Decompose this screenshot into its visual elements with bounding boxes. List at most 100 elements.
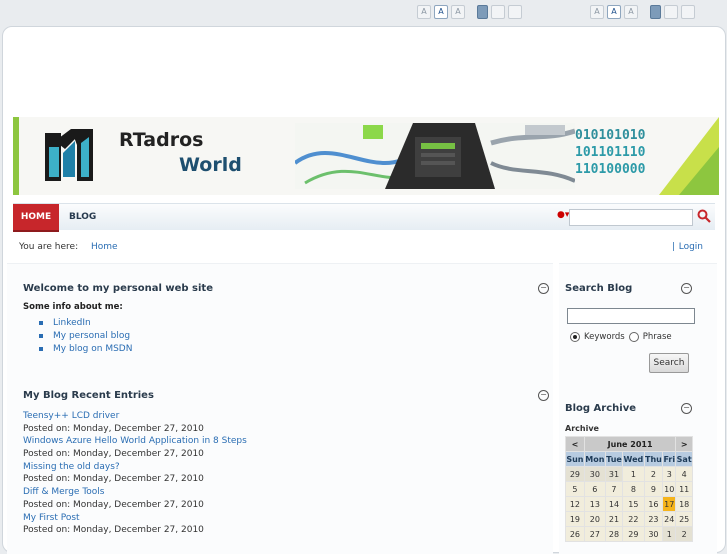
list-item: My blog on MSDN xyxy=(39,343,132,356)
layout-medium-button[interactable] xyxy=(491,5,505,19)
calendar-day[interactable]: 3 xyxy=(662,466,677,482)
archive-calendar: < June 2011 > Sun Mon Tue Wed Thu Fri Sa… xyxy=(565,436,693,542)
breadcrumb-home-link[interactable]: Home xyxy=(91,237,118,257)
calendar-next-button[interactable]: > xyxy=(675,436,693,452)
calendar-day[interactable]: 7 xyxy=(604,481,624,497)
calendar-dow: Thu xyxy=(643,451,664,467)
calendar-day[interactable]: 29 xyxy=(622,526,645,542)
entry-date: Posted on: Monday, December 27, 2010 xyxy=(23,449,204,460)
calendar-day[interactable]: 23 xyxy=(643,511,664,527)
right-sidebar: Search Blog − Keywords Phrase Search Blo… xyxy=(559,263,717,554)
calendar-day[interactable]: 29 xyxy=(565,466,585,482)
font-small-button[interactable]: A xyxy=(417,5,431,19)
calendar-day[interactable]: 31 xyxy=(604,466,624,482)
entry-title-link[interactable]: Windows Azure Hello World Application in… xyxy=(23,436,247,446)
phrase-radio[interactable] xyxy=(628,332,639,342)
calendar-day[interactable]: 1 xyxy=(622,466,645,482)
calendar-day[interactable]: 2 xyxy=(643,466,664,482)
collapse-icon[interactable]: − xyxy=(538,283,549,294)
calendar-day[interactable]: 9 xyxy=(643,481,664,497)
layout-medium-button[interactable] xyxy=(664,5,678,19)
archive-label: Archive xyxy=(565,424,599,433)
login-link[interactable]: Login xyxy=(679,237,703,257)
breadcrumb: You are here: Home | Login xyxy=(13,237,715,257)
blog-search-input[interactable] xyxy=(567,308,695,324)
calendar-day[interactable]: 24 xyxy=(662,511,677,527)
font-small-button[interactable]: A xyxy=(590,5,604,19)
personal-links-list: LinkedIn My personal blog My blog on MSD… xyxy=(39,317,132,356)
keywords-radio[interactable] xyxy=(570,332,580,342)
entry-date: Posted on: Monday, December 27, 2010 xyxy=(23,474,204,485)
search-icon[interactable] xyxy=(697,209,711,223)
font-medium-button[interactable]: A xyxy=(607,5,621,19)
font-medium-button[interactable]: A xyxy=(434,5,448,19)
calendar-day[interactable]: 20 xyxy=(583,511,606,527)
font-large-button[interactable]: A xyxy=(451,5,465,19)
welcome-title: Welcome to my personal web site xyxy=(23,283,213,294)
font-large-button[interactable]: A xyxy=(624,5,638,19)
computer-hardware-illustration xyxy=(295,123,575,189)
entry-title-link[interactable]: Diff & Merge Tools xyxy=(23,487,105,497)
entry-title-link[interactable]: Missing the old days? xyxy=(23,462,120,472)
calendar-day[interactable]: 21 xyxy=(604,511,624,527)
calendar-day[interactable]: 14 xyxy=(604,496,624,512)
calendar-day[interactable]: 2 xyxy=(675,526,693,542)
search-mode-options: Keywords Phrase xyxy=(570,332,672,342)
recent-entries-title: My Blog Recent Entries xyxy=(23,390,154,401)
layout-wide-button[interactable] xyxy=(508,5,522,19)
calendar-day[interactable]: 16 xyxy=(643,496,664,512)
msdn-blog-link[interactable]: My blog on MSDN xyxy=(53,344,132,354)
search-button[interactable]: Search xyxy=(649,353,689,373)
list-item: LinkedIn xyxy=(39,317,132,330)
calendar-day[interactable]: 28 xyxy=(604,526,624,542)
calendar-day[interactable]: 15 xyxy=(622,496,645,512)
linkedin-link[interactable]: LinkedIn xyxy=(53,318,91,328)
personal-blog-link[interactable]: My personal blog xyxy=(53,331,130,341)
calendar-day[interactable]: 19 xyxy=(565,511,585,527)
calendar-day[interactable]: 1 xyxy=(662,526,677,542)
recent-entries-list: Teensy++ LCD driver Posted on: Monday, D… xyxy=(23,410,247,537)
calendar-day[interactable]: 11 xyxy=(675,481,693,497)
brand-name-line2: World xyxy=(179,154,242,176)
header-banner: RTadros World 010101010 101101110 110100… xyxy=(13,117,719,195)
calendar-day[interactable]: 6 xyxy=(583,481,606,497)
collapse-icon[interactable]: − xyxy=(681,283,692,294)
collapse-icon[interactable]: − xyxy=(681,403,692,414)
site-search-input[interactable] xyxy=(569,209,693,226)
calendar-day-today[interactable]: 17 xyxy=(662,496,677,512)
entry-title-link[interactable]: Teensy++ LCD driver xyxy=(23,411,119,421)
nav-home-tab[interactable]: HOME xyxy=(13,204,59,232)
calendar-dow: Wed xyxy=(622,451,645,467)
blog-archive-title: Blog Archive xyxy=(565,403,637,414)
calendar-day[interactable]: 8 xyxy=(622,481,645,497)
calendar-day[interactable]: 26 xyxy=(565,526,585,542)
phrase-label: Phrase xyxy=(642,332,672,342)
main-content: Welcome to my personal web site − Some i… xyxy=(7,263,553,554)
calendar-day[interactable]: 22 xyxy=(622,511,645,527)
nav-blog-tab[interactable]: BLOG xyxy=(69,204,96,230)
calendar-day[interactable]: 25 xyxy=(675,511,693,527)
layout-wide-button[interactable] xyxy=(681,5,695,19)
calendar-day[interactable]: 13 xyxy=(583,496,606,512)
entry-date: Posted on: Monday, December 27, 2010 xyxy=(23,499,204,510)
main-navigation: HOME BLOG ●▾ xyxy=(13,203,715,232)
layout-narrow-button[interactable] xyxy=(477,5,488,19)
layout-narrow-button[interactable] xyxy=(650,5,661,19)
calendar-day[interactable]: 4 xyxy=(675,466,693,482)
banner-accent-shape xyxy=(659,117,719,195)
calendar-day[interactable]: 30 xyxy=(643,526,664,542)
list-item: My personal blog xyxy=(39,330,132,343)
calendar-day[interactable]: 5 xyxy=(565,481,585,497)
site-logo-icon xyxy=(45,129,93,181)
calendar-prev-button[interactable]: < xyxy=(565,436,585,452)
calendar-day[interactable]: 18 xyxy=(675,496,693,512)
calendar-day[interactable]: 12 xyxy=(565,496,585,512)
calendar-day[interactable]: 10 xyxy=(662,481,677,497)
calendar-day[interactable]: 27 xyxy=(583,526,606,542)
entry-title-link[interactable]: My First Post xyxy=(23,513,80,523)
calendar-dow: Sun xyxy=(565,451,585,467)
calendar-dow: Mon xyxy=(583,451,606,467)
collapse-icon[interactable]: − xyxy=(538,390,549,401)
calendar-day[interactable]: 30 xyxy=(583,466,606,482)
calendar-dow: Tue xyxy=(604,451,624,467)
